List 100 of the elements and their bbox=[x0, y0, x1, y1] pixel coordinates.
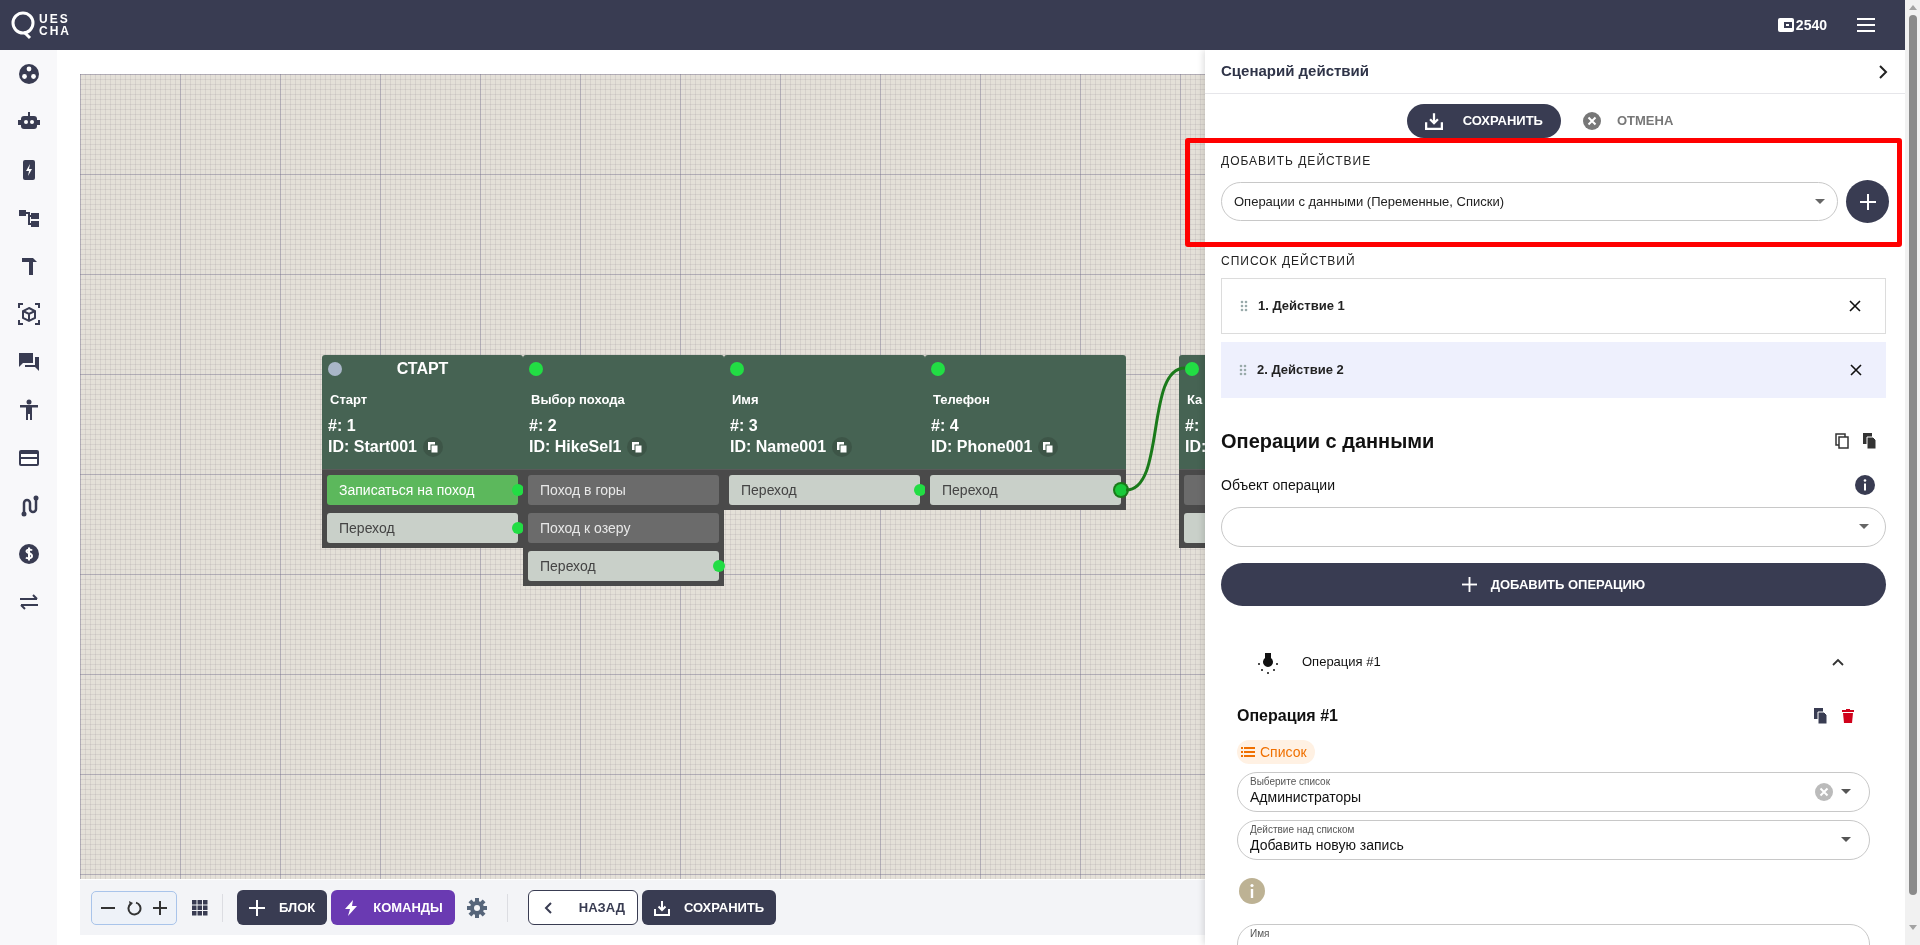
field-label: Имя bbox=[1250, 928, 1271, 940]
save-button[interactable]: СОХРАНИТЬ bbox=[641, 890, 777, 925]
card-icon[interactable] bbox=[17, 447, 40, 469]
output-label: Переход bbox=[942, 480, 998, 500]
lightning-icon bbox=[343, 899, 360, 916]
output-label: Переход bbox=[339, 518, 395, 538]
node-header[interactable]: Ка #: ID: bbox=[1179, 355, 1205, 469]
close-icon[interactable] bbox=[1850, 364, 1862, 376]
output-label: Переход bbox=[540, 556, 596, 576]
block-button[interactable]: БЛОК bbox=[237, 890, 328, 925]
copy-icon bbox=[1043, 441, 1054, 453]
trash-icon[interactable] bbox=[1842, 709, 1854, 723]
scroll-down-icon bbox=[1908, 925, 1917, 930]
chat-icon[interactable] bbox=[17, 351, 40, 373]
node-number: #: 2 bbox=[529, 416, 558, 434]
node-heading: СТАРТ bbox=[395, 359, 450, 379]
close-icon bbox=[1582, 112, 1601, 130]
drag-handle-icon bbox=[1239, 364, 1247, 376]
node-id: ID: Phone001 bbox=[931, 437, 1033, 457]
balance-text: 2540 bbox=[1795, 15, 1827, 35]
grid-icon[interactable] bbox=[192, 899, 208, 916]
copy-button[interactable] bbox=[422, 437, 443, 457]
node-header[interactable]: Имя #: 3 ID: Name001 bbox=[724, 355, 925, 469]
logo-text: UES bbox=[39, 13, 71, 25]
node-output[interactable]: Переход bbox=[729, 475, 920, 505]
caret-icon bbox=[1859, 524, 1869, 530]
input-port[interactable] bbox=[1185, 362, 1199, 376]
node-name: Ка bbox=[1186, 391, 1204, 408]
caret-icon bbox=[1815, 198, 1825, 205]
plus-icon bbox=[1461, 577, 1477, 592]
paste-icon[interactable] bbox=[1814, 708, 1828, 724]
add-operation-button[interactable]: ДОБАВИТЬ ОПЕРАЦИЮ bbox=[1221, 563, 1886, 606]
input-port[interactable] bbox=[529, 362, 543, 376]
node-output[interactable]: Переход bbox=[327, 513, 518, 543]
field-label: Выберите список bbox=[1250, 776, 1332, 788]
download-icon bbox=[653, 899, 670, 916]
bulb-icon bbox=[1256, 650, 1280, 674]
cube-icon[interactable] bbox=[17, 303, 40, 325]
node-name: Выбор похода bbox=[530, 391, 626, 408]
caret-icon bbox=[1841, 789, 1851, 795]
hierarchy-icon[interactable] bbox=[17, 207, 40, 229]
section-label: СПИСОК ДЕЙСТВИЙ bbox=[1221, 252, 1357, 268]
plus-icon bbox=[1859, 193, 1876, 210]
download-icon bbox=[1424, 112, 1443, 130]
list-chip: Список bbox=[1237, 740, 1315, 764]
node-header[interactable]: Выбор похода #: 2 ID: HikeSel1 bbox=[523, 355, 724, 469]
back-button[interactable]: НАЗАД bbox=[527, 890, 638, 925]
node-output[interactable]: Поход к озеру bbox=[528, 513, 719, 543]
close-icon[interactable] bbox=[1849, 300, 1861, 312]
input-port[interactable] bbox=[730, 362, 744, 376]
copy-button[interactable] bbox=[832, 437, 853, 457]
action-item[interactable]: 1. Действие 1 bbox=[1221, 278, 1886, 334]
node-output[interactable]: Переход bbox=[528, 551, 719, 581]
node-id: ID: HikeSel1 bbox=[529, 437, 622, 457]
dots-circle-icon[interactable] bbox=[17, 63, 40, 85]
person-icon[interactable] bbox=[17, 399, 40, 421]
menu-icon[interactable] bbox=[1857, 18, 1875, 32]
reset-icon[interactable] bbox=[126, 899, 142, 916]
info-icon[interactable] bbox=[1855, 475, 1875, 495]
chevron-right-icon[interactable] bbox=[1877, 64, 1889, 79]
dollar-icon[interactable] bbox=[17, 543, 40, 565]
node-name: Старт bbox=[329, 391, 369, 408]
input-port[interactable] bbox=[931, 362, 945, 376]
cancel-button[interactable]: ОТМЕНА bbox=[1582, 104, 1674, 138]
node-number: #: bbox=[1185, 416, 1201, 434]
field-label: Действие над списком bbox=[1250, 824, 1356, 836]
node-output[interactable]: Переход bbox=[930, 475, 1121, 505]
copy-icon bbox=[837, 441, 848, 453]
section-label: ДОБАВИТЬ ДЕЙСТВИЕ bbox=[1221, 152, 1373, 168]
paste-icon[interactable] bbox=[1863, 433, 1877, 449]
panel-title: Сценарий действий bbox=[1221, 61, 1369, 82]
save-button[interactable]: СОХРАНИТЬ bbox=[1406, 104, 1561, 138]
input-port[interactable] bbox=[328, 362, 342, 376]
node-output[interactable]: Поход в горы bbox=[528, 475, 719, 505]
section-title: Операции с данными bbox=[1221, 429, 1435, 454]
node-number: #: 4 bbox=[931, 416, 960, 434]
logo-text: CHA bbox=[39, 25, 71, 37]
copy-button[interactable] bbox=[1038, 437, 1059, 457]
copy-icon[interactable] bbox=[1835, 433, 1849, 449]
field-value: Администраторы bbox=[1250, 788, 1363, 806]
accordion-header[interactable]: Операция #1 bbox=[1221, 642, 1889, 682]
output-label: Переход bbox=[741, 480, 797, 500]
node-header[interactable]: СТАРТ Старт #: 1 ID: Start001 bbox=[322, 355, 523, 469]
plus-icon[interactable] bbox=[152, 899, 168, 916]
commands-button[interactable]: КОМАНДЫ bbox=[331, 890, 455, 925]
node-id: ID: Start001 bbox=[328, 437, 417, 457]
copy-button[interactable] bbox=[627, 437, 648, 457]
operation-title: Операция #1 bbox=[1237, 706, 1338, 726]
scrollbar[interactable] bbox=[1905, 0, 1920, 945]
output-label: Поход к озеру bbox=[540, 518, 631, 538]
output-label: Поход в горы bbox=[540, 480, 626, 500]
drag-handle-icon bbox=[1240, 300, 1248, 312]
copy-icon bbox=[427, 441, 438, 453]
node-number: #: 3 bbox=[730, 416, 759, 434]
action-item[interactable]: 2. Действие 2 bbox=[1221, 342, 1886, 398]
scroll-up-icon bbox=[1908, 5, 1917, 10]
add-action-button[interactable] bbox=[1846, 180, 1889, 223]
node-header[interactable]: Телефон #: 4 ID: Phone001 bbox=[925, 355, 1126, 469]
select-field[interactable]: Имя bbox=[1237, 924, 1870, 945]
list-icon bbox=[1241, 747, 1255, 757]
